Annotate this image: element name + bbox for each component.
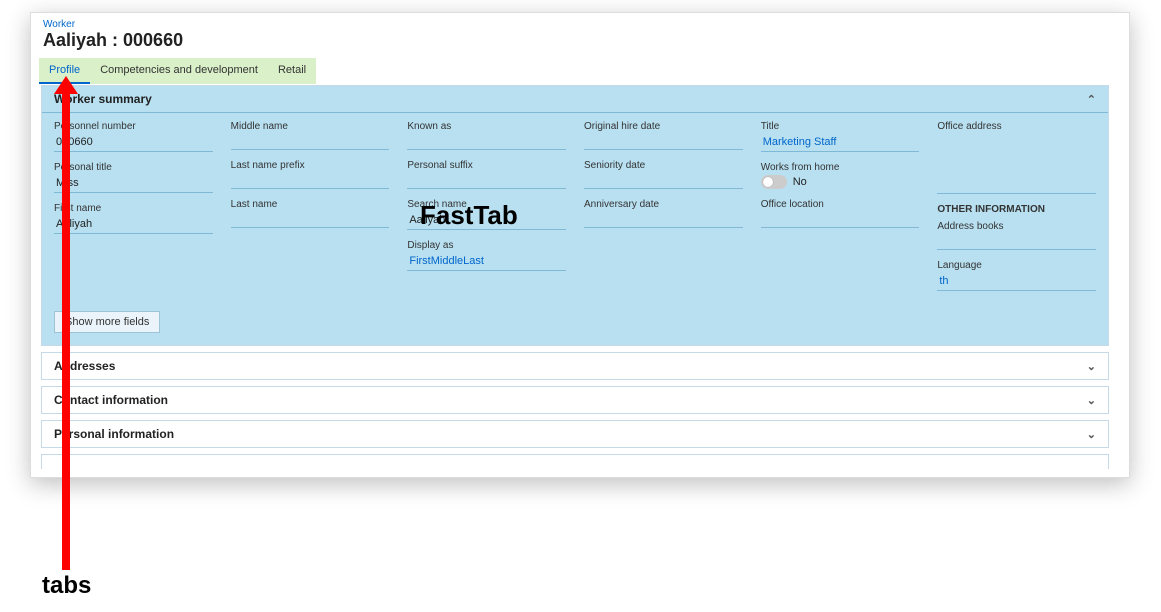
label-personal-suffix: Personal suffix: [407, 160, 566, 171]
fasttab-title: Contact information: [54, 393, 168, 407]
label-title: Title: [761, 121, 920, 132]
label-anniversary-date: Anniversary date: [584, 199, 743, 210]
seniority-date-field[interactable]: [584, 173, 743, 189]
personal-suffix-field[interactable]: [407, 173, 566, 189]
content-scroll[interactable]: Worker summary ⌃ Personnel number 000660…: [41, 85, 1109, 469]
label-known-as: Known as: [407, 121, 566, 132]
personal-title-field[interactable]: Miss: [54, 175, 213, 193]
fasttab-header-personal[interactable]: Personal information ⌄: [42, 421, 1108, 447]
label-last-name-prefix: Last name prefix: [231, 160, 390, 171]
label-office-address: Office address: [937, 121, 1096, 132]
label-seniority-date: Seniority date: [584, 160, 743, 171]
chevron-down-icon: ⌄: [1087, 428, 1096, 441]
address-books-field[interactable]: [937, 234, 1096, 250]
summary-col-2: Middle name Last name prefix Last name: [231, 121, 390, 301]
toggle-track: [761, 175, 787, 189]
toggle-value: No: [793, 176, 807, 188]
fasttab-title: Personal information: [54, 427, 174, 441]
language-field[interactable]: th: [937, 273, 1096, 291]
label-last-name: Last name: [231, 199, 390, 210]
chevron-down-icon: ⌄: [1087, 360, 1096, 373]
tab-retail[interactable]: Retail: [268, 58, 316, 84]
tab-competencies[interactable]: Competencies and development: [90, 58, 268, 84]
annotation-fasttab-label: FastTab: [420, 200, 518, 231]
fasttab-partial: .: [41, 454, 1109, 469]
label-original-hire-date: Original hire date: [584, 121, 743, 132]
label-middle-name: Middle name: [231, 121, 390, 132]
fasttab-contact-information: Contact information ⌄: [41, 386, 1109, 414]
worker-detail-window: Worker Aaliyah : 000660 Profile Competen…: [30, 12, 1130, 478]
label-works-from-home: Works from home: [761, 162, 920, 173]
label-address-books: Address books: [937, 221, 1096, 232]
fasttab-header-worker-summary[interactable]: Worker summary ⌃: [42, 86, 1108, 113]
breadcrumb[interactable]: Worker: [31, 13, 1129, 30]
chevron-up-icon: ⌃: [1087, 93, 1096, 106]
first-name-field[interactable]: Aaliyah: [54, 216, 213, 234]
middle-name-field[interactable]: [231, 134, 390, 150]
title-field[interactable]: Marketing Staff: [761, 134, 920, 152]
label-office-location: Office location: [761, 199, 920, 210]
chevron-down-icon: ⌄: [1087, 394, 1096, 407]
works-from-home-toggle[interactable]: No: [761, 175, 920, 189]
summary-col-1: Personnel number 000660 Personal title M…: [54, 121, 213, 301]
label-personal-title: Personal title: [54, 162, 213, 173]
last-name-field[interactable]: [231, 212, 390, 228]
fasttab-header-contact[interactable]: Contact information ⌄: [42, 387, 1108, 413]
fasttab-addresses: Addresses ⌄: [41, 352, 1109, 380]
fasttab-personal-information: Personal information ⌄: [41, 420, 1109, 448]
last-name-prefix-field[interactable]: [231, 173, 390, 189]
summary-col-6: Office address OTHER INFORMATION Address…: [937, 121, 1096, 301]
fasttab-header-addresses[interactable]: Addresses ⌄: [42, 353, 1108, 379]
label-first-name: First name: [54, 203, 213, 214]
toggle-thumb: [763, 177, 773, 187]
summary-col-5: Title Marketing Staff Works from home No…: [761, 121, 920, 301]
office-address-field[interactable]: [937, 134, 1096, 194]
known-as-field[interactable]: [407, 134, 566, 150]
label-personnel-number: Personnel number: [54, 121, 213, 132]
office-location-field[interactable]: [761, 212, 920, 228]
original-hire-date-field[interactable]: [584, 134, 743, 150]
tabs-row: Profile Competencies and development Ret…: [31, 57, 1129, 85]
personnel-number-field[interactable]: 000660: [54, 134, 213, 152]
annotation-arrow: [62, 90, 70, 570]
label-display-as: Display as: [407, 240, 566, 251]
other-information-header: OTHER INFORMATION: [937, 204, 1096, 215]
page-title: Aaliyah : 000660: [31, 30, 1129, 57]
fasttab-header-partial[interactable]: .: [42, 455, 1108, 469]
anniversary-date-field[interactable]: [584, 212, 743, 228]
fasttab-worker-summary: Worker summary ⌃ Personnel number 000660…: [41, 85, 1109, 346]
annotation-tabs-label: tabs: [42, 572, 91, 600]
summary-col-4: Original hire date Seniority date Annive…: [584, 121, 743, 301]
display-as-field[interactable]: FirstMiddleLast: [407, 253, 566, 271]
label-language: Language: [937, 260, 1096, 271]
